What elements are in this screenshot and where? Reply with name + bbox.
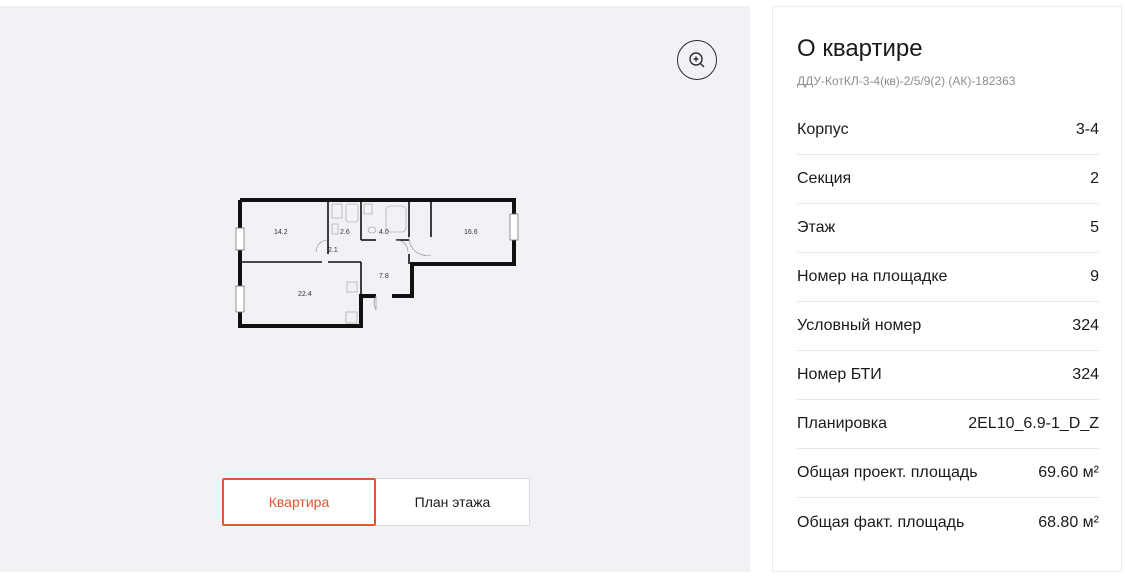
info-row-number-on-floor: Номер на площадке 9: [797, 253, 1099, 302]
room-label-22-4: 22.4: [298, 291, 312, 298]
room-label-4-0: 4.0: [379, 229, 389, 236]
room-label-2-6: 2.6: [340, 229, 350, 236]
room-label-2-1: 2.1: [328, 247, 338, 254]
info-row-value: 69.60 м²: [1038, 464, 1099, 481]
info-row-label: Секция: [797, 170, 852, 187]
info-row-value: 324: [1072, 366, 1099, 383]
info-row-value: 324: [1072, 317, 1099, 334]
plan-tabs: Квартира План этажа: [222, 478, 530, 526]
tab-apartment[interactable]: Квартира: [222, 478, 376, 526]
info-row-value: 5: [1090, 219, 1099, 236]
info-row-label: Номер БТИ: [797, 366, 882, 383]
info-rows: Корпус 3-4 Секция 2 Этаж 5 Номер на площ…: [797, 106, 1099, 547]
room-label-14-2: 14.2: [274, 229, 288, 236]
info-row-project-area: Общая проект. площадь 69.60 м²: [797, 449, 1099, 498]
info-row-value: 2: [1090, 170, 1099, 187]
info-row-building: Корпус 3-4: [797, 106, 1099, 155]
zoom-button[interactable]: [677, 40, 717, 80]
info-row-label: Общая факт. площадь: [797, 513, 965, 531]
info-title: О квартире: [797, 35, 923, 62]
info-row-label: Условный номер: [797, 317, 922, 334]
page: 14.2 2.6 4.0 16.6 2.1 7.8 22.4 Квартира …: [0, 0, 1125, 579]
info-row-actual-area: Общая факт. площадь 68.80 м²: [797, 498, 1099, 547]
info-row-layout: Планировка 2EL10_6.9-1_D_Z: [797, 400, 1099, 449]
room-label-16-6: 16.6: [464, 229, 478, 236]
info-row-label: Общая проект. площадь: [797, 464, 978, 481]
tab-floor-plan[interactable]: План этажа: [376, 478, 530, 526]
info-row-conditional-number: Условный номер 324: [797, 302, 1099, 351]
info-row-bti-number: Номер БТИ 324: [797, 351, 1099, 400]
info-row-value: 3-4: [1075, 121, 1099, 138]
info-row-floor: Этаж 5: [797, 204, 1099, 253]
floorplan-panel: 14.2 2.6 4.0 16.6 2.1 7.8 22.4 Квартира …: [0, 6, 750, 572]
info-row-label: Корпус: [797, 121, 849, 138]
apartment-info-panel: О квартире ДДУ-КотКЛ-3-4(кв)-2/5/9(2) (А…: [772, 6, 1122, 572]
info-row-value: 68.80 м²: [1038, 513, 1099, 531]
info-row-label: Этаж: [797, 219, 836, 236]
contract-number: ДДУ-КотКЛ-3-4(кв)-2/5/9(2) (АК)-182363: [797, 74, 1016, 88]
info-row-section: Секция 2: [797, 155, 1099, 204]
room-label-7-8: 7.8: [379, 273, 389, 280]
info-row-value: 9: [1090, 268, 1099, 285]
info-row-value: 2EL10_6.9-1_D_Z: [968, 415, 1099, 432]
apartment-floorplan: 14.2 2.6 4.0 16.6 2.1 7.8 22.4: [235, 198, 519, 328]
zoom-in-icon: [689, 52, 705, 68]
info-row-label: Планировка: [797, 415, 888, 432]
info-row-label: Номер на площадке: [797, 268, 948, 285]
